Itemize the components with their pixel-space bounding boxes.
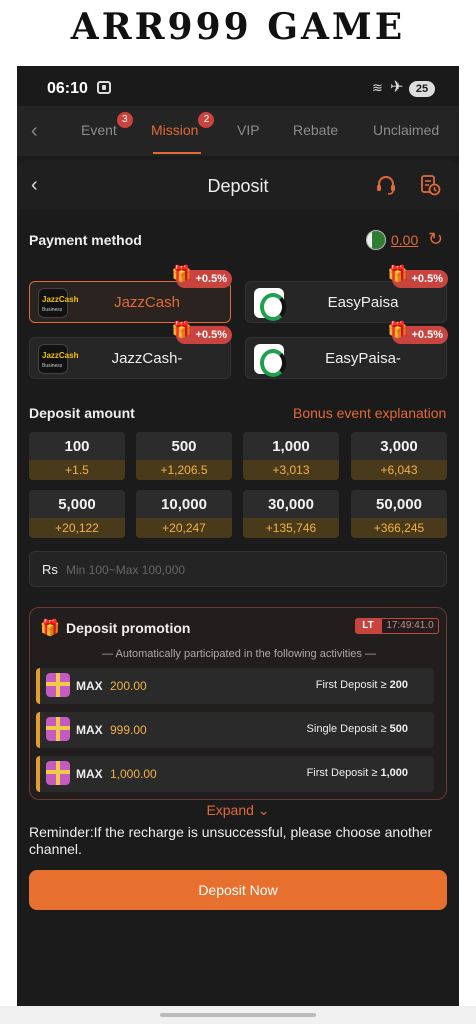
payment-option-jazzcash-2[interactable]: JazzCash Business JazzCash- 🎁 +0.5% bbox=[29, 322, 232, 379]
jazzcash-logo-icon: JazzCash Business bbox=[38, 288, 78, 318]
gift-icon: 🎁 bbox=[171, 266, 192, 283]
deposit-now-button[interactable]: Deposit Now bbox=[29, 870, 447, 910]
amount-option[interactable]: 3,000 +6,043 bbox=[351, 432, 447, 480]
promotion-subtitle: — Automatically participated in the foll… bbox=[102, 648, 376, 660]
payment-option-name: JazzCash bbox=[114, 294, 180, 311]
promotion-row: MAX 200.00 First Deposit ≥ 200 bbox=[36, 668, 434, 704]
tab-vip[interactable]: VIP bbox=[237, 122, 260, 138]
expand-toggle[interactable]: Expand ⌄ bbox=[17, 802, 459, 819]
status-bar: 06:10 ≋ ✈ 25 bbox=[17, 66, 459, 106]
deposit-amount-label: Deposit amount bbox=[29, 405, 135, 421]
promotion-timer: 17:49:41.0 bbox=[381, 618, 439, 634]
reminder-text: Reminder:If the recharge is unsuccessful… bbox=[29, 824, 433, 857]
chevron-down-icon: ⌄ bbox=[257, 802, 270, 818]
amount-input[interactable] bbox=[66, 560, 426, 580]
easypaisa-logo-icon bbox=[254, 344, 286, 377]
amount-input-box: Rs bbox=[29, 551, 447, 587]
tab-active-indicator bbox=[153, 152, 201, 154]
screen-record-icon bbox=[97, 81, 111, 94]
balance-amount[interactable]: 0.00 bbox=[391, 232, 418, 248]
headset-support-icon[interactable] bbox=[375, 174, 397, 196]
payment-option-name: EasyPaisa bbox=[327, 294, 399, 311]
payment-option-name: JazzCash- bbox=[111, 350, 183, 367]
deposit-promotion-card: 🎁 Deposit promotion LT 17:49:41.0 — Auto… bbox=[29, 607, 447, 800]
promotion-title: Deposit promotion bbox=[66, 620, 191, 636]
gift-icon: 🎁 bbox=[40, 620, 60, 637]
status-time: 06:10 bbox=[47, 80, 88, 97]
amount-option[interactable]: 5,000 +20,122 bbox=[29, 490, 125, 538]
tab-badge: 2 bbox=[198, 112, 215, 128]
tab-mission[interactable]: Mission 2 bbox=[151, 112, 215, 138]
bonus-tag: 🎁 +0.5% bbox=[388, 266, 448, 288]
home-indicator[interactable] bbox=[160, 1013, 316, 1017]
bonus-explanation-link[interactable]: Bonus event explanation bbox=[293, 405, 446, 421]
bonus-tag: 🎁 +0.5% bbox=[172, 266, 232, 288]
history-record-icon[interactable] bbox=[419, 174, 441, 196]
gift-icon: 🎁 bbox=[387, 322, 408, 339]
bonus-tag: 🎁 +0.5% bbox=[172, 322, 232, 344]
phone-screen: 06:10 ≋ ✈ 25 ‹ Event 3 Mission 2 VIP Rebat… bbox=[17, 66, 459, 1006]
amount-option[interactable]: 1,000 +3,013 bbox=[243, 432, 339, 480]
gift-box-icon bbox=[46, 673, 70, 697]
tab-event[interactable]: Event 3 bbox=[81, 112, 133, 138]
promotion-row: MAX 1,000.00 First Deposit ≥ 1,000 bbox=[36, 756, 434, 792]
gift-box-icon bbox=[46, 717, 70, 741]
payment-option-easypaisa-2[interactable]: EasyPaisa- 🎁 +0.5% bbox=[245, 322, 448, 379]
amount-option[interactable]: 30,000 +135,746 bbox=[243, 490, 339, 538]
lightning-timer-tag: LT bbox=[355, 618, 381, 634]
amount-option[interactable]: 500 +1,206.5 bbox=[136, 432, 232, 480]
amount-option[interactable]: 50,000 +366,245 bbox=[351, 490, 447, 538]
gift-icon: 🎁 bbox=[171, 322, 192, 339]
pakistan-flag-icon bbox=[366, 230, 386, 250]
battery-icon: 25 bbox=[409, 81, 435, 97]
payment-option-name: EasyPaisa- bbox=[325, 350, 401, 367]
promotion-row: MAX 999.00 Single Deposit ≥ 500 bbox=[36, 712, 434, 748]
payment-method-label: Payment method bbox=[29, 232, 142, 248]
bonus-tag: 🎁 +0.5% bbox=[388, 322, 448, 344]
chevron-left-icon[interactable]: ‹ bbox=[31, 120, 38, 143]
jazzcash-logo-icon: JazzCash Business bbox=[38, 344, 78, 374]
gift-icon: 🎁 bbox=[387, 266, 408, 283]
gift-box-icon bbox=[46, 761, 70, 785]
tab-badge: 3 bbox=[116, 112, 133, 128]
banner-title: ARR999 GAME bbox=[70, 6, 406, 48]
top-tabs: ‹ Event 3 Mission 2 VIP Rebate Unclaimed bbox=[17, 106, 459, 156]
tab-unclaimed[interactable]: Unclaimed bbox=[373, 122, 439, 138]
deposit-header: ‹ Deposit bbox=[17, 160, 459, 210]
payment-option-jazzcash[interactable]: JazzCash Business JazzCash 🎁 +0.5% bbox=[29, 266, 232, 323]
wifi-icon: ≋ bbox=[372, 80, 383, 95]
easypaisa-logo-icon bbox=[254, 288, 286, 321]
airplane-icon: ✈ bbox=[390, 79, 404, 96]
currency-label: Rs bbox=[42, 562, 58, 577]
payment-option-easypaisa[interactable]: EasyPaisa 🎁 +0.5% bbox=[245, 266, 448, 323]
amount-option[interactable]: 10,000 +20,247 bbox=[136, 490, 232, 538]
tab-rebate[interactable]: Rebate bbox=[293, 122, 338, 138]
amount-option[interactable]: 100 +1.5 bbox=[29, 432, 125, 480]
refresh-icon[interactable]: ↻ bbox=[428, 229, 443, 250]
